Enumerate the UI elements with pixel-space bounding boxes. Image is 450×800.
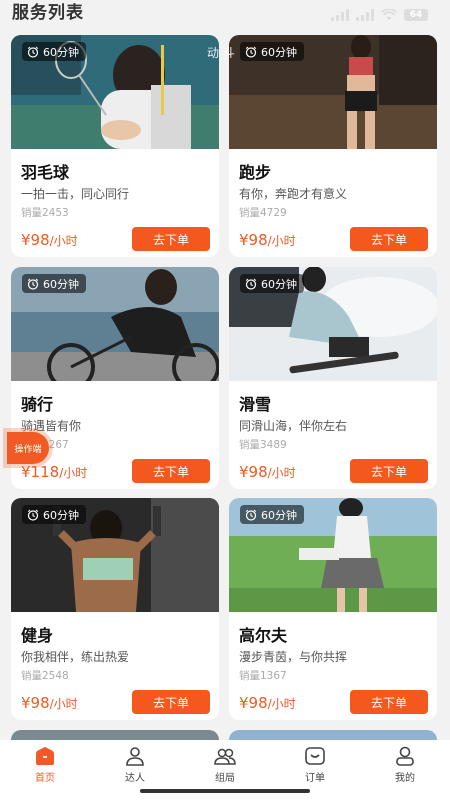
duration-text: 60分钟 — [43, 277, 79, 291]
order-button[interactable]: 去下单 — [132, 227, 210, 251]
price-value: ¥118 — [21, 463, 60, 481]
home-icon — [36, 747, 54, 765]
duration-badge: 60分钟 — [22, 274, 86, 293]
service-desc: 同滑山海，伴你左右 — [239, 419, 348, 433]
price-value: ¥98 — [239, 231, 268, 249]
clock-icon — [245, 278, 257, 290]
sales-count: 销量2548 — [21, 670, 69, 682]
price: ¥98/小时 — [21, 230, 78, 249]
sales-count: 销量2453 — [21, 207, 69, 219]
service-desc: 漫步青茵，与你共挥 — [239, 650, 348, 664]
person-icon — [126, 747, 144, 766]
duration-text: 60分钟 — [261, 45, 297, 59]
duration-badge: 60分钟 — [22, 42, 86, 61]
order-button[interactable]: 去下单 — [350, 227, 428, 251]
price: ¥98/小时 — [239, 693, 296, 712]
duration-badge: 60分钟 — [240, 274, 304, 293]
order-button[interactable]: 去下单 — [350, 459, 428, 483]
cellular-signal-icon-2 — [356, 9, 374, 21]
service-title: 滑雪 — [239, 395, 272, 414]
service-title: 健身 — [21, 626, 54, 645]
clock-icon — [27, 278, 39, 290]
tab-label: 达人 — [125, 773, 145, 784]
price-unit: /小时 — [267, 466, 296, 480]
price-value: ¥98 — [239, 694, 268, 712]
service-card-running[interactable]: 60分钟 跑步 有你，奔跑才有意义 销量4729 ¥98/小时 去下单 — [229, 35, 437, 257]
tab-home[interactable]: 首页 — [10, 746, 80, 784]
tab-group[interactable]: 组局 — [190, 746, 260, 784]
sales-count: 销量4729 — [239, 207, 287, 219]
battery-icon: 64 — [404, 9, 428, 21]
tab-label: 首页 — [35, 773, 55, 784]
service-title: 羽毛球 — [21, 163, 70, 182]
price: ¥118/小时 — [21, 462, 87, 481]
tab-label: 我的 — [395, 773, 415, 784]
home-indicator — [140, 789, 310, 793]
service-title: 跑步 — [239, 163, 272, 182]
price: ¥98/小时 — [239, 230, 296, 249]
price-unit: /小时 — [49, 234, 78, 248]
duration-text: 60分钟 — [261, 277, 297, 291]
tab-label: 订单 — [305, 773, 325, 784]
price-unit: /小时 — [49, 697, 78, 711]
price-value: ¥98 — [239, 463, 268, 481]
cellular-signal-icon — [331, 9, 349, 21]
sales-count: 销量1367 — [239, 670, 287, 682]
service-title: 高尔夫 — [239, 626, 288, 645]
duration-text: 60分钟 — [43, 508, 79, 522]
wifi-icon — [381, 9, 397, 21]
service-desc: 一拍一击，同心同行 — [21, 187, 130, 201]
duration-text: 60分钟 — [43, 45, 79, 59]
order-button[interactable]: 去下单 — [350, 690, 428, 714]
service-card-golf[interactable]: 60分钟 高尔夫 漫步青茵，与你共挥 销量1367 ¥98/小时 去下单 — [229, 498, 437, 720]
status-bar: 64 — [0, 0, 450, 30]
tab-orders[interactable]: 订单 — [280, 746, 350, 784]
order-icon — [305, 747, 325, 765]
price-value: ¥98 — [21, 694, 50, 712]
price: ¥98/小时 — [21, 693, 78, 712]
tab-talent[interactable]: 达人 — [100, 746, 170, 784]
service-title: 骑行 — [21, 395, 54, 414]
duration-badge: 60分钟 — [240, 42, 304, 61]
service-card-fitness[interactable]: 60分钟 健身 你我相伴，练出热爱 销量2548 ¥98/小时 去下单 — [11, 498, 219, 720]
price-unit: /小时 — [59, 466, 88, 480]
price-unit: /小时 — [267, 234, 296, 248]
operator-floating-button[interactable]: 操作端 — [7, 432, 49, 464]
clock-icon — [245, 509, 257, 521]
clock-icon — [27, 509, 39, 521]
group-icon — [214, 748, 236, 765]
sales-count: 销量3489 — [239, 439, 287, 451]
service-grid: 60分钟 羽毛球 一拍一击，同心同行 销量2453 ¥98/小时 去下单 60分… — [0, 35, 450, 751]
order-button[interactable]: 去下单 — [132, 690, 210, 714]
duration-text: 60分钟 — [261, 508, 297, 522]
service-desc: 你我相伴，练出热爱 — [21, 650, 130, 664]
tab-profile[interactable]: 我的 — [370, 746, 440, 784]
profile-icon — [396, 746, 414, 766]
order-button[interactable]: 去下单 — [132, 459, 210, 483]
service-card-badminton[interactable]: 60分钟 羽毛球 一拍一击，同心同行 销量2453 ¥98/小时 去下单 — [11, 35, 219, 257]
service-desc: 有你，奔跑才有意义 — [239, 187, 348, 201]
clock-icon — [245, 46, 257, 58]
service-card-skiing[interactable]: 60分钟 滑雪 同滑山海，伴你左右 销量3489 ¥98/小时 去下单 — [229, 267, 437, 489]
duration-badge: 60分钟 — [240, 505, 304, 524]
duration-badge: 60分钟 — [22, 505, 86, 524]
clock-icon — [27, 46, 39, 58]
tab-label: 组局 — [215, 773, 235, 784]
watermark-text: 动 斗 — [207, 46, 235, 60]
price-value: ¥98 — [21, 231, 50, 249]
price: ¥98/小时 — [239, 462, 296, 481]
price-unit: /小时 — [267, 697, 296, 711]
